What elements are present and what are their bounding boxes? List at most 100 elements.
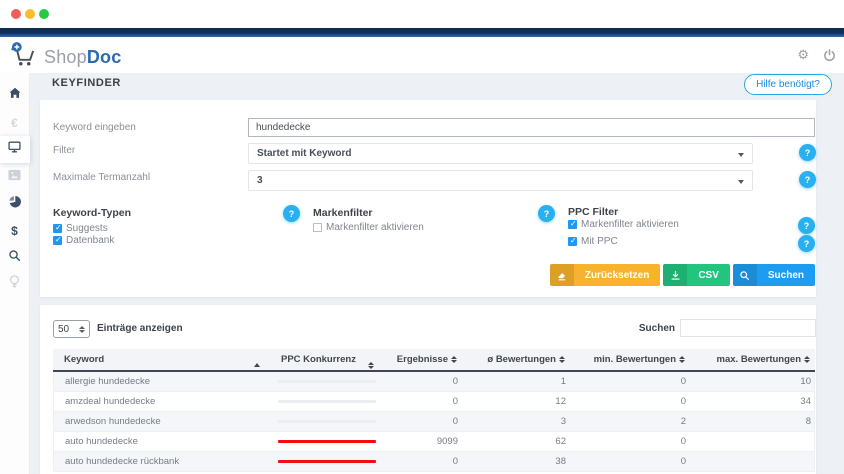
table-row[interactable]: auto hundedecke 9099 62 0 bbox=[53, 432, 815, 452]
ppc-brand-label: Markenfilter aktivieren bbox=[581, 219, 679, 230]
suggests-label: Suggests bbox=[66, 223, 108, 234]
sidebar-nav: € $ bbox=[0, 73, 30, 474]
ppc-competition-bar bbox=[278, 400, 376, 403]
mit-ppc-help-icon[interactable]: ? bbox=[798, 235, 815, 252]
pie-chart-icon bbox=[8, 195, 21, 213]
sort-icon bbox=[368, 362, 374, 369]
ppc-competition-bar bbox=[278, 460, 376, 463]
column-header-keyword[interactable]: Keyword bbox=[53, 354, 270, 365]
sidebar-item-images[interactable] bbox=[0, 163, 30, 190]
minimize-window-button[interactable] bbox=[25, 9, 35, 19]
csv-button-label: CSV bbox=[687, 264, 730, 286]
max-terms-select[interactable]: 3 bbox=[248, 170, 753, 191]
table-search-label: Suchen bbox=[637, 323, 675, 334]
ppc-brand-help-icon[interactable]: ? bbox=[798, 217, 815, 234]
home-icon bbox=[8, 86, 22, 105]
keyword-input[interactable] bbox=[248, 118, 815, 137]
sidebar-item-pricing[interactable]: $ bbox=[0, 217, 30, 244]
eraser-icon bbox=[550, 264, 574, 286]
suggests-option[interactable]: Suggests bbox=[53, 223, 108, 234]
csv-button[interactable]: CSV bbox=[663, 264, 730, 286]
stepper-icon bbox=[79, 326, 85, 333]
ppc-competition-bar bbox=[278, 420, 376, 423]
entries-label: Einträge anzeigen bbox=[97, 323, 183, 334]
datenbank-checkbox[interactable] bbox=[53, 236, 62, 245]
sort-asc-icon bbox=[254, 363, 260, 367]
brand-filter-help-icon[interactable]: ? bbox=[283, 205, 300, 222]
column-header-ppc[interactable]: PPC Konkurrenz bbox=[270, 354, 380, 365]
ppc-brand-checkbox[interactable] bbox=[568, 220, 577, 229]
sidebar-item-keyfinder-active[interactable] bbox=[0, 136, 30, 163]
sort-icon bbox=[804, 356, 810, 363]
zoom-window-button[interactable] bbox=[39, 9, 49, 19]
max-terms-label: Maximale Termanzahl bbox=[53, 172, 150, 183]
page-title: KEYFINDER bbox=[52, 77, 121, 89]
keyword-types-title: Keyword-Typen bbox=[53, 207, 131, 219]
power-icon[interactable] bbox=[823, 49, 836, 62]
mit-ppc-option[interactable]: Mit PPC bbox=[568, 236, 618, 247]
table-row[interactable]: allergie hundedecke 0 1 0 10 bbox=[53, 372, 815, 392]
search-icon bbox=[8, 249, 21, 267]
dollar-icon: $ bbox=[11, 224, 18, 238]
sidebar-item-euro[interactable]: € bbox=[0, 109, 30, 136]
app-window: ShopDoc ⚙ € bbox=[0, 0, 844, 474]
max-terms-help-icon[interactable]: ? bbox=[799, 171, 816, 188]
table-row[interactable]: amzdeal hundedecke 0 12 0 34 bbox=[53, 392, 815, 412]
sidebar-item-ideas[interactable] bbox=[0, 271, 30, 298]
suggests-checkbox[interactable] bbox=[53, 224, 62, 233]
euro-icon: € bbox=[11, 116, 18, 130]
column-header-min-bewertungen[interactable]: min. Bewertungen bbox=[565, 354, 685, 365]
ppc-filter-help-icon[interactable]: ? bbox=[538, 205, 555, 222]
sidebar-item-home[interactable] bbox=[0, 82, 30, 109]
brand-filter-title: Markenfilter bbox=[313, 207, 373, 219]
column-header-avg-bewertungen[interactable]: ø Bewertungen bbox=[457, 354, 565, 365]
table-row[interactable]: auto hundedecke rückbank 0 38 0 bbox=[53, 452, 815, 472]
reset-button[interactable]: Zurücksetzen bbox=[550, 264, 660, 286]
sidebar-item-analytics[interactable] bbox=[0, 190, 30, 217]
ppc-filter-title: PPC Filter bbox=[568, 206, 618, 218]
help-button[interactable]: Hilfe benötigt? bbox=[744, 74, 832, 95]
shopdoc-logo[interactable]: ShopDoc bbox=[8, 41, 121, 73]
results-card: 50 Einträge anzeigen Suchen Keyword PPC … bbox=[40, 305, 816, 474]
brand-filter-label: Markenfilter aktivieren bbox=[326, 222, 424, 233]
datenbank-label: Datenbank bbox=[66, 235, 114, 246]
keyword-label: Keyword eingeben bbox=[53, 122, 136, 133]
entries-value: 50 bbox=[58, 324, 69, 335]
app-header: ShopDoc ⚙ bbox=[0, 37, 844, 73]
reset-button-label: Zurücksetzen bbox=[574, 264, 660, 286]
brand-filter-checkbox[interactable] bbox=[313, 223, 322, 232]
ppc-brand-option[interactable]: Markenfilter aktivieren bbox=[568, 219, 679, 230]
entries-per-page-select[interactable]: 50 bbox=[53, 320, 90, 338]
table-header-row: Keyword PPC Konkurrenz Ergebnisse ø bbox=[53, 349, 815, 372]
window-titlebar bbox=[0, 0, 844, 28]
close-window-button[interactable] bbox=[11, 9, 21, 19]
download-icon bbox=[663, 264, 687, 286]
filter-label: Filter bbox=[53, 145, 75, 156]
filter-help-icon[interactable]: ? bbox=[799, 144, 816, 161]
image-icon bbox=[8, 168, 21, 186]
magnifier-icon bbox=[733, 264, 757, 286]
mit-ppc-checkbox[interactable] bbox=[568, 237, 577, 246]
keyfinder-form-card: Keyword eingeben Filter Startet mit Keyw… bbox=[40, 100, 816, 297]
ppc-competition-bar bbox=[278, 380, 376, 383]
ppc-competition-bar bbox=[278, 440, 376, 443]
top-accent-strip bbox=[0, 28, 844, 37]
gear-icon[interactable]: ⚙ bbox=[797, 48, 809, 63]
lightbulb-icon bbox=[9, 275, 20, 294]
table-row[interactable]: arwedson hundedecke 0 3 2 8 bbox=[53, 412, 815, 432]
page-content: KEYFINDER Hilfe benötigt? Keyword eingeb… bbox=[30, 73, 844, 474]
datenbank-option[interactable]: Datenbank bbox=[53, 235, 114, 246]
brand-text: ShopDoc bbox=[44, 47, 121, 68]
results-table: Keyword PPC Konkurrenz Ergebnisse ø bbox=[53, 349, 815, 472]
column-header-max-bewertungen[interactable]: max. Bewertungen bbox=[685, 354, 815, 365]
brand-filter-option[interactable]: Markenfilter aktivieren bbox=[313, 222, 424, 233]
cart-logo-icon bbox=[8, 41, 38, 73]
table-search-input[interactable] bbox=[680, 319, 816, 337]
search-button-label: Suchen bbox=[757, 264, 815, 286]
column-header-ergebnisse[interactable]: Ergebnisse bbox=[380, 354, 457, 365]
monitor-icon bbox=[7, 140, 22, 159]
mit-ppc-label: Mit PPC bbox=[581, 236, 618, 247]
search-button[interactable]: Suchen bbox=[733, 264, 815, 286]
sidebar-item-search[interactable] bbox=[0, 244, 30, 271]
filter-select[interactable]: Startet mit Keyword bbox=[248, 143, 753, 164]
